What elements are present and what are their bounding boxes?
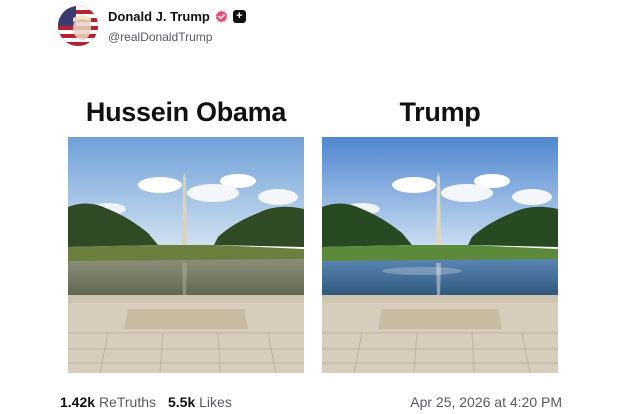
post-footer: 1.42k ReTruths 5.5k Likes Apr 25, 2026 a…: [60, 392, 562, 412]
retruths-stat[interactable]: 1.42k ReTruths: [60, 394, 156, 410]
reflecting-pool-dirty-image[interactable]: [68, 137, 304, 373]
avatar[interactable]: [58, 6, 98, 46]
panel-title-left: Hussein Obama: [85, 96, 287, 127]
panel-title-right: Trump: [399, 96, 481, 127]
retruths-label: ReTruths: [98, 394, 156, 410]
retruths-count: 1.42k: [60, 394, 96, 410]
verified-icon: [215, 10, 228, 23]
author-info: Donald J. Trump + @realDonaldTrump: [108, 9, 246, 44]
post-timestamp[interactable]: Apr 25, 2026 at 4:20 PM: [410, 394, 562, 410]
likes-count: 5.5k: [168, 394, 196, 410]
display-name[interactable]: Donald J. Trump: [108, 9, 210, 24]
user-handle[interactable]: @realDonaldTrump: [108, 30, 246, 44]
post-header: Donald J. Trump + @realDonaldTrump: [58, 2, 246, 50]
reflecting-pool-clean-image[interactable]: [322, 137, 558, 373]
likes-stat[interactable]: 5.5k Likes: [168, 394, 232, 410]
name-row: Donald J. Trump +: [108, 9, 246, 24]
truth-post: Donald J. Trump + @realDonaldTrump Husse…: [0, 0, 620, 414]
post-stats: 1.42k ReTruths 5.5k Likes: [60, 394, 232, 410]
comparison-panel-left: Hussein Obama: [68, 90, 304, 373]
comparison-panel-right: Trump: [322, 90, 558, 373]
likes-label: Likes: [199, 394, 232, 410]
follow-plus-icon[interactable]: +: [232, 9, 246, 23]
